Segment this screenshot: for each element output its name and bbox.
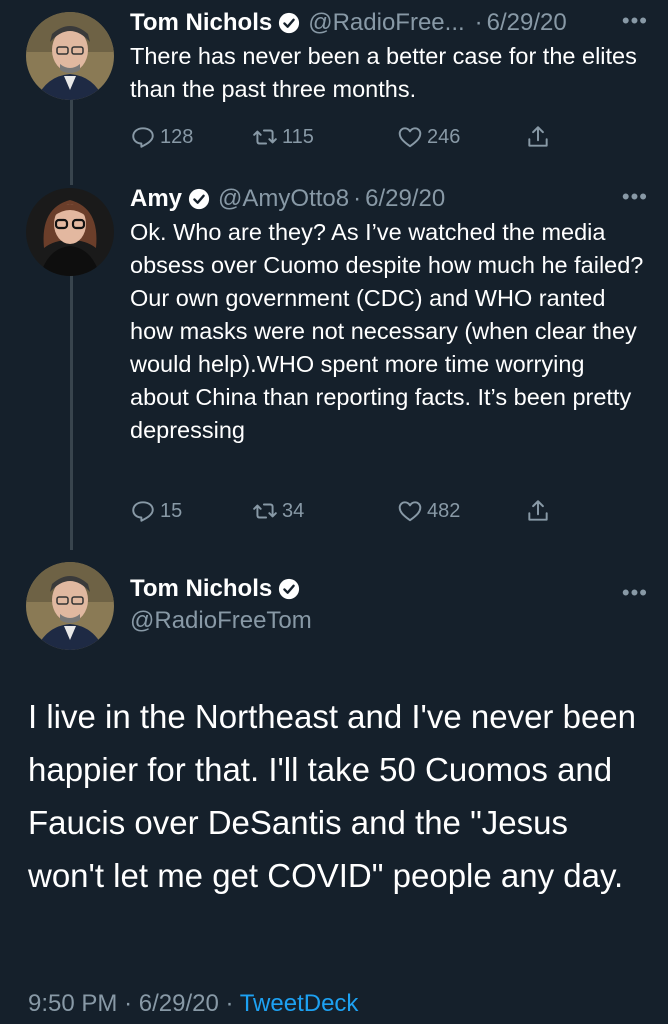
retweet-button[interactable]: 34 [252,498,397,524]
separator: · [225,990,234,1017]
like-count: 482 [427,499,461,522]
reply-icon [132,127,154,148]
tweet-actions: 128 115 246 [130,122,648,152]
user-name[interactable]: Tom Nichols [130,8,272,38]
user-name[interactable]: Tom Nichols [130,574,272,604]
more-icon[interactable]: ••• [622,184,648,210]
user-handle[interactable]: @RadioFree... [308,8,464,38]
share-button[interactable] [525,124,551,150]
tweet-date[interactable]: 6/29/20 [487,8,567,38]
reply-button[interactable]: 128 [130,124,252,150]
user-handle[interactable]: @RadioFreeTom [130,606,312,636]
tweet-date[interactable]: 6/29/20 [365,184,445,214]
separator: · [353,185,362,212]
retweet-icon [253,129,277,145]
share-icon [528,500,548,521]
verified-icon [279,578,300,600]
reply-icon [132,501,154,522]
reply-button[interactable]: 15 [130,498,252,524]
tweet-text: There has never been a better case for t… [130,43,637,102]
tweet-header: Amy @AmyOtto8 · 6/29/20 [130,184,648,214]
like-button[interactable]: 246 [397,124,525,150]
share-icon [528,126,548,147]
tweet-source-link[interactable]: TweetDeck [240,990,359,1017]
avatar[interactable] [26,188,114,276]
like-icon [398,127,422,148]
tweet[interactable]: Amy @AmyOtto8 · 6/29/20 ••• Ok. Who are … [130,184,648,534]
tweet-actions: 15 34 482 [130,496,648,526]
retweet-count: 115 [282,125,314,148]
verified-icon [279,12,300,34]
retweet-count: 34 [282,499,305,522]
main-tweet-header: Tom Nichols @RadioFreeTom ••• [130,574,648,644]
retweet-icon [253,503,277,519]
tweet[interactable]: Tom Nichols @RadioFree... · 6/29/20 ••• … [130,8,648,158]
verified-icon [188,188,210,210]
reply-count: 15 [160,499,183,522]
thread-line [70,100,73,185]
tweet-meta: 9:50 PM · 6/29/20 · TweetDeck [28,990,358,1018]
like-button[interactable]: 482 [397,498,525,524]
tweet-header: Tom Nichols @RadioFree... · 6/29/20 [130,8,648,38]
tweet-text: Ok. Who are they? As I’ve watched the me… [130,219,644,443]
tweet-date[interactable]: 6/29/20 [139,990,219,1017]
user-handle[interactable]: @AmyOtto8 [218,184,349,214]
like-count: 246 [427,125,461,148]
more-icon[interactable]: ••• [622,8,648,34]
separator: · [124,990,133,1017]
separator: · [474,9,483,36]
more-icon[interactable]: ••• [622,580,648,606]
thread-line [70,275,73,550]
like-icon [398,501,422,522]
share-button[interactable] [525,498,551,524]
retweet-button[interactable]: 115 [252,124,397,150]
tweet-time[interactable]: 9:50 PM [28,990,117,1017]
avatar[interactable] [26,562,114,650]
user-name[interactable]: Amy [130,184,182,214]
reply-count: 128 [160,125,194,148]
main-tweet-text: I live in the Northeast and I've never b… [28,698,637,894]
avatar[interactable] [26,12,114,100]
